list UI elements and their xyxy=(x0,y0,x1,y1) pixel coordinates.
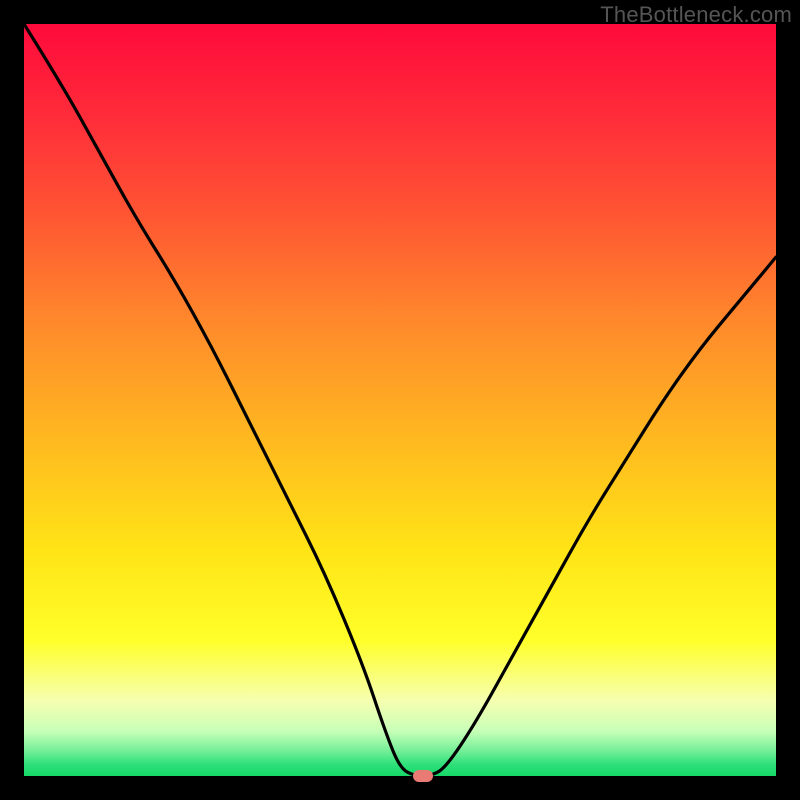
plot-area xyxy=(24,24,776,776)
bottleneck-curve xyxy=(24,24,776,776)
optimal-point-marker xyxy=(413,770,433,782)
watermark-text: TheBottleneck.com xyxy=(600,2,792,28)
chart-frame: TheBottleneck.com xyxy=(0,0,800,800)
